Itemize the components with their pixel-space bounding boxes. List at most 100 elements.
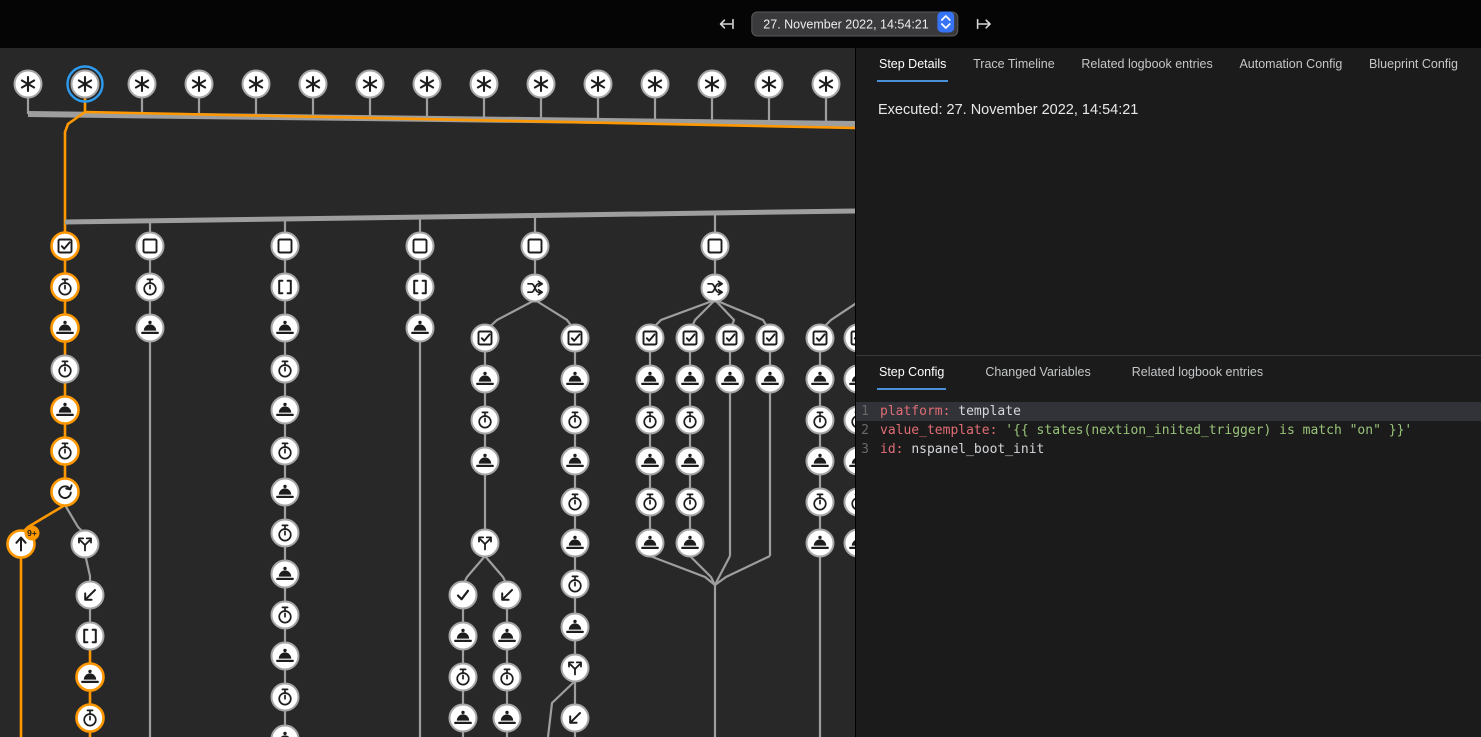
trace-node-checkbox[interactable] <box>845 325 856 352</box>
trace-node-timer[interactable] <box>562 571 589 598</box>
trace-node-timer[interactable] <box>807 407 834 434</box>
trace-node-service[interactable] <box>137 315 164 342</box>
trace-node-service[interactable] <box>845 448 856 475</box>
trace-node-service[interactable] <box>562 614 589 641</box>
trace-node-arrow-up[interactable]: 9+ <box>8 526 40 558</box>
trace-node-checkbox[interactable] <box>757 325 784 352</box>
trace-node-service[interactable] <box>272 315 299 342</box>
trace-node-service[interactable] <box>472 448 499 475</box>
trace-node-checkbox[interactable] <box>472 325 499 352</box>
trace-node-service[interactable] <box>494 623 521 650</box>
trace-node-timer[interactable] <box>637 489 664 516</box>
trace-node-timer[interactable] <box>52 274 79 301</box>
trace-node-timer[interactable] <box>677 407 704 434</box>
trace-node-service[interactable] <box>450 705 477 732</box>
trace-node-timer[interactable] <box>272 438 299 465</box>
trace-node-service[interactable] <box>562 366 589 393</box>
tab-step-details[interactable]: Step Details <box>877 48 948 82</box>
trace-node-service[interactable] <box>677 448 704 475</box>
trace-node-asterisk[interactable] <box>585 71 612 98</box>
trace-node-service[interactable] <box>677 530 704 557</box>
trace-node-asterisk[interactable] <box>414 71 441 98</box>
trace-node-service[interactable] <box>807 366 834 393</box>
trace-node-timer[interactable] <box>807 489 834 516</box>
trace-node-checkbox[interactable] <box>677 325 704 352</box>
trace-node-arrow-bottom-left[interactable] <box>494 582 521 609</box>
trace-node-square[interactable] <box>407 233 434 260</box>
run-selector[interactable]: 27. November 2022, 14:54:21 <box>751 12 958 37</box>
trace-node-service[interactable] <box>272 561 299 588</box>
trace-node-timer[interactable] <box>272 356 299 383</box>
trace-node-timer[interactable] <box>677 489 704 516</box>
trace-node-asterisk[interactable] <box>243 71 270 98</box>
trace-node-call-split[interactable] <box>472 530 499 557</box>
trace-node-asterisk[interactable] <box>68 67 103 102</box>
trace-node-timer[interactable] <box>637 407 664 434</box>
trace-node-square[interactable] <box>272 233 299 260</box>
trace-node-timer[interactable] <box>845 489 856 516</box>
tab-trace-timeline[interactable]: Trace Timeline <box>971 48 1057 82</box>
trace-node-asterisk[interactable] <box>642 71 669 98</box>
trace-node-shuffle[interactable] <box>702 275 729 302</box>
trace-node-service[interactable] <box>407 315 434 342</box>
trace-node-service[interactable] <box>272 726 299 737</box>
trace-node-check[interactable] <box>450 582 477 609</box>
trace-node-service[interactable] <box>494 705 521 732</box>
trace-node-square[interactable] <box>137 233 164 260</box>
trace-node-service[interactable] <box>845 366 856 393</box>
trace-node-call-split[interactable] <box>72 531 99 558</box>
trace-node-asterisk[interactable] <box>813 71 840 98</box>
trace-node-service[interactable] <box>637 366 664 393</box>
trace-node-service[interactable] <box>52 397 79 424</box>
trace-node-timer[interactable] <box>450 664 477 691</box>
trace-node-asterisk[interactable] <box>699 71 726 98</box>
tab-step-config[interactable]: Step Config <box>877 356 946 390</box>
trace-node-service[interactable] <box>562 530 589 557</box>
trace-node-timer[interactable] <box>494 664 521 691</box>
trace-node-service[interactable] <box>637 448 664 475</box>
trace-node-timer[interactable] <box>562 489 589 516</box>
trace-node-asterisk[interactable] <box>186 71 213 98</box>
tab-related-logbook-entries[interactable]: Related logbook entries <box>1079 48 1214 82</box>
trace-node-checkbox[interactable] <box>52 233 79 260</box>
trace-node-asterisk[interactable] <box>300 71 327 98</box>
trace-node-shuffle[interactable] <box>522 275 549 302</box>
trace-node-timer[interactable] <box>52 438 79 465</box>
tab-related-logbook-entries[interactable]: Related logbook entries <box>1130 356 1265 390</box>
trace-node-call-split[interactable] <box>562 655 589 682</box>
trace-node-asterisk[interactable] <box>528 71 555 98</box>
trace-node-asterisk[interactable] <box>756 71 783 98</box>
trace-node-arrow-bottom-left[interactable] <box>77 582 104 609</box>
trace-node-service[interactable] <box>677 366 704 393</box>
trace-node-timer[interactable] <box>472 407 499 434</box>
trace-node-service[interactable] <box>562 448 589 475</box>
trace-node-checkbox[interactable] <box>562 325 589 352</box>
trace-node-service[interactable] <box>272 479 299 506</box>
trace-node-service[interactable] <box>77 664 104 691</box>
trace-node-square[interactable] <box>702 233 729 260</box>
trace-node-brackets[interactable] <box>407 274 434 301</box>
trace-node-asterisk[interactable] <box>357 71 384 98</box>
trace-node-service[interactable] <box>450 623 477 650</box>
trace-node-timer[interactable] <box>272 602 299 629</box>
trace-node-repeat[interactable] <box>52 479 79 506</box>
trace-node-checkbox[interactable] <box>807 325 834 352</box>
trace-node-asterisk[interactable] <box>471 71 498 98</box>
trace-node-arrow-bottom-left[interactable] <box>562 705 589 732</box>
trace-node-timer[interactable] <box>137 274 164 301</box>
tab-changed-variables[interactable]: Changed Variables <box>983 356 1092 390</box>
trace-node-service[interactable] <box>472 366 499 393</box>
trace-node-service[interactable] <box>272 397 299 424</box>
trace-node-service[interactable] <box>757 366 784 393</box>
trace-node-brackets[interactable] <box>77 623 104 650</box>
trace-node-service[interactable] <box>807 530 834 557</box>
trace-node-checkbox[interactable] <box>637 325 664 352</box>
trace-node-asterisk[interactable] <box>129 71 156 98</box>
trace-node-asterisk[interactable] <box>15 71 42 98</box>
trace-node-timer[interactable] <box>52 356 79 383</box>
previous-run-button[interactable] <box>714 12 738 36</box>
trace-node-timer[interactable] <box>845 407 856 434</box>
trace-node-brackets[interactable] <box>272 274 299 301</box>
trace-node-service[interactable] <box>845 530 856 557</box>
trace-node-service[interactable] <box>807 448 834 475</box>
